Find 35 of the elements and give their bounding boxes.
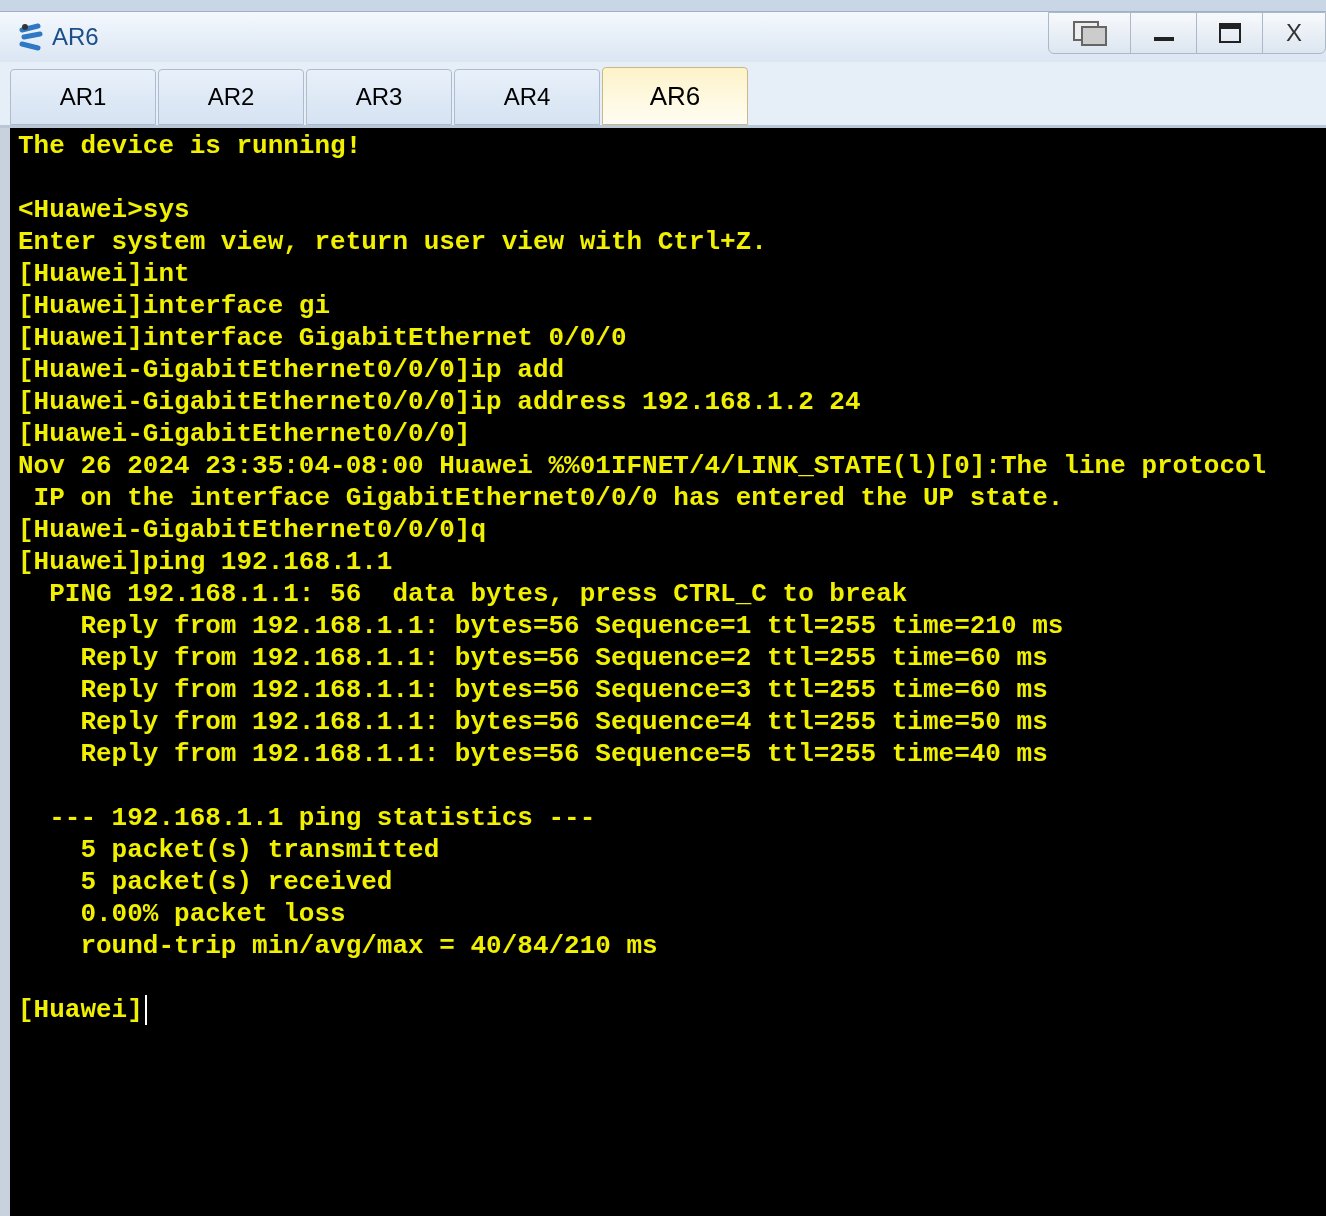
tab[interactable]: AR6	[602, 67, 748, 125]
terminal-line: [Huawei-GigabitEthernet0/0/0]ip address 192.168.1.2 24	[18, 386, 861, 418]
terminal-line: PING 192.168.1.1: 56 data bytes, press CTRL_C to break	[48, 578, 908, 610]
terminal-line: [Huawei]interface gi	[18, 290, 331, 322]
terminal-line: --- 192.168.1.1 ping statistics ---	[48, 802, 596, 834]
terminal-line: Reply from 192.168.1.1: bytes=56 Sequence=1 ttl=255 time=210 ms	[79, 610, 1064, 642]
terminal-line: The device is running!	[18, 130, 362, 162]
terminal-line: round-trip min/avg/max = 40/84/210 ms	[79, 930, 658, 962]
terminal-line: [Huawei-GigabitEthernet0/0/0]	[18, 418, 471, 450]
tab[interactable]: AR4	[454, 69, 600, 125]
terminal-line: Reply from 192.168.1.1: bytes=56 Sequence=2 ttl=255 time=60 ms	[79, 642, 1048, 674]
terminal-line: <Huawei>sys	[18, 194, 190, 226]
terminal-line: [Huawei-GigabitEthernet0/0/0]q	[18, 514, 487, 546]
terminal-line: Enter system view, return user view with Ctrl+Z.	[18, 226, 767, 258]
terminal-line: [Huawei]	[18, 994, 143, 1026]
terminal-line: Reply from 192.168.1.1: bytes=56 Sequence=5 ttl=255 time=40 ms	[79, 738, 1048, 770]
window-title: AR6	[52, 22, 99, 52]
terminal-line: 5 packet(s) transmitted	[79, 834, 440, 866]
tab[interactable]: AR2	[158, 69, 304, 125]
terminal-line: 0.00% packet loss	[79, 898, 346, 930]
terminal-line: Nov 26 2024 23:35:04-08:00 Huawei %%01IFNET/4/LINK_STATE(l)[0]:The line protocol	[18, 450, 1267, 482]
terminal-line: [Huawei]interface GigabitEthernet 0/0/0	[18, 322, 627, 354]
tab[interactable]: AR1	[10, 69, 156, 125]
terminal-line: 5 packet(s) received	[79, 866, 393, 898]
terminal-line: IP on the interface GigabitEthernet0/0/0 has entered the UP state.	[32, 482, 1064, 514]
minimize-icon	[1153, 37, 1174, 41]
terminal-line: Reply from 192.168.1.1: bytes=56 Sequence=4 ttl=255 time=50 ms	[79, 706, 1048, 738]
tab[interactable]: AR3	[306, 69, 452, 125]
terminal-line: [Huawei-GigabitEthernet0/0/0]ip add	[18, 354, 565, 386]
terminal-line: [Huawei]int	[18, 258, 190, 290]
text-cursor	[144, 995, 147, 1025]
maximize-icon	[1218, 23, 1241, 43]
terminal-line: [Huawei]ping 192.168.1.1	[18, 546, 393, 578]
overlapping-windows-icon	[1071, 20, 1108, 46]
terminal-line: Reply from 192.168.1.1: bytes=56 Sequence=3 ttl=255 time=60 ms	[79, 674, 1048, 706]
